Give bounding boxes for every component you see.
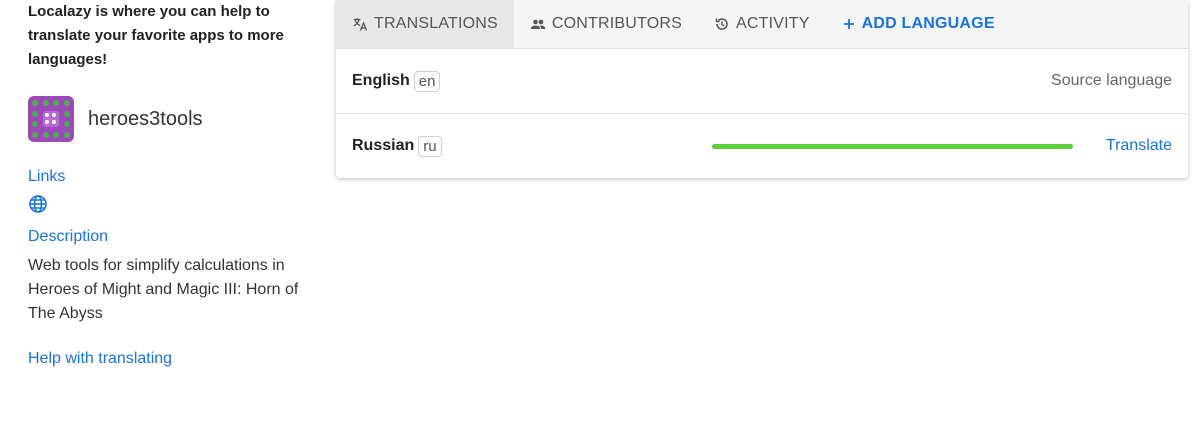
translation-progress-bar: [712, 143, 1073, 149]
translate-link[interactable]: Translate: [1106, 137, 1172, 155]
language-code-chip: en: [413, 70, 441, 92]
tab-label: TRANSLATIONS: [374, 15, 498, 32]
tab-translations[interactable]: TRANSLATIONS: [336, 0, 514, 48]
tab-label: CONTRIBUTORS: [551, 15, 683, 32]
language-name: Russian: [352, 137, 415, 154]
translation-progress-fill: [712, 143, 1073, 149]
intro-text: Localazy is where you can help to transl…: [28, 3, 284, 68]
app-name: heroes3tools: [88, 107, 203, 130]
language-row-english: English en Source language: [336, 49, 1188, 113]
source-language-label: Source language: [1051, 72, 1172, 89]
app-logo: [28, 96, 74, 142]
translate-icon: [353, 18, 368, 31]
tab-contributors[interactable]: CONTRIBUTORS: [514, 0, 698, 48]
language-row-russian: Russian ru Translate: [336, 113, 1188, 178]
add-language-button[interactable]: ADD LANGUAGE: [826, 0, 1011, 48]
language-code-chip: ru: [418, 135, 442, 157]
plus-icon: [843, 19, 854, 29]
language-name: English: [352, 72, 410, 89]
tab-label: ADD LANGUAGE: [861, 15, 995, 32]
help-translating-link[interactable]: Help with translating: [28, 350, 318, 368]
tab-bar: TRANSLATIONS CONTRIBUTORS ACTIVITY ADD L…: [336, 0, 1188, 49]
app-header: heroes3tools: [28, 96, 318, 142]
people-icon: [530, 19, 546, 29]
sidebar: Localazy is where you can help to transl…: [28, 0, 318, 368]
tab-activity[interactable]: ACTIVITY: [698, 0, 826, 48]
description-label: Description: [28, 228, 109, 245]
history-icon: [715, 18, 728, 30]
tab-label: ACTIVITY: [736, 15, 810, 32]
globe-icon[interactable]: [28, 194, 48, 214]
description-text: Web tools for simplify calculations in H…: [28, 257, 299, 322]
translations-card: TRANSLATIONS CONTRIBUTORS ACTIVITY ADD L…: [336, 0, 1188, 178]
links-label: Links: [28, 168, 66, 185]
